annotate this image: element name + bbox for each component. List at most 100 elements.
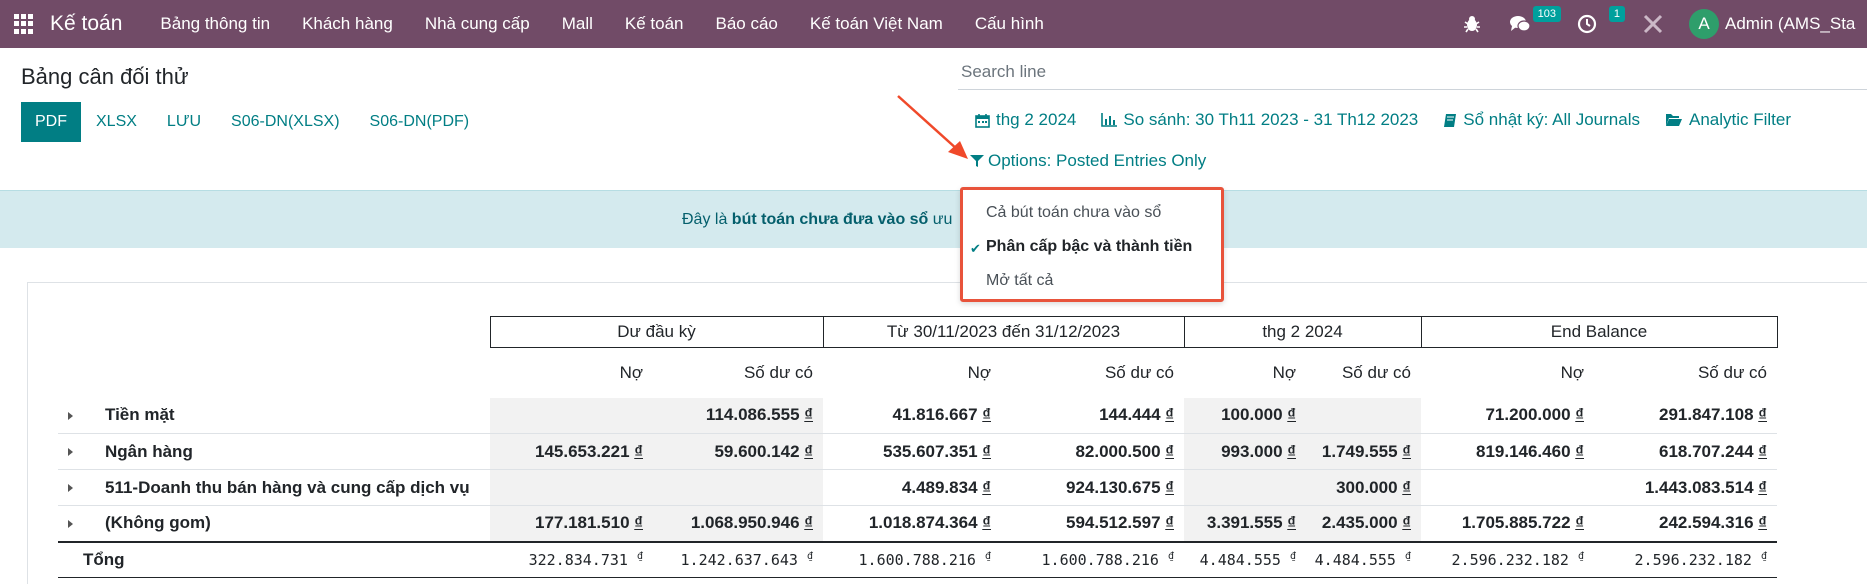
menu-item-vendors[interactable]: Nhà cung cấp [409,0,546,48]
messages-icon[interactable]: 103 [1495,0,1563,48]
currency-symbol: ₫ [982,513,991,533]
menu-item-vn-accounting[interactable]: Kế toán Việt Nam [794,0,959,48]
amount-cell[interactable]: 535.607.351 ₫ [823,433,1001,470]
amount-cell[interactable]: 1.018.874.364 ₫ [823,505,1001,542]
currency-symbol: ₫ [1165,405,1174,425]
s06-pdf-button[interactable]: S06-DN(PDF) [355,102,485,142]
dropdown-item-unfold-all[interactable]: Mở tất cả [986,272,1053,290]
s06-xlsx-button[interactable]: S06-DN(XLSX) [216,102,354,142]
avatar[interactable]: A [1689,9,1719,39]
amount-cell[interactable]: 993.000 ₫ [1184,433,1306,470]
activities-clock-icon[interactable]: 1 [1563,0,1627,48]
menu-item-configuration[interactable]: Cấu hình [959,0,1060,48]
currency-symbol: ₫ [1758,477,1767,497]
total-label: Tổng [58,540,490,578]
amount-cell[interactable]: 1.068.950.946 ₫ [653,505,823,542]
menu-item-reports[interactable]: Báo cáo [700,0,794,48]
caret-right-icon[interactable] [68,519,73,528]
compare-filter-label: So sánh: 30 Th11 2023 - 31 Th12 2023 [1123,110,1419,129]
amount-cell[interactable]: 100.000 ₫ [1184,397,1306,434]
amount-cell[interactable]: 4.489.834 ₫ [823,469,1001,506]
account-name-cell[interactable]: (Không gom) [58,505,490,542]
xlsx-button[interactable]: XLSX [81,102,152,142]
dropdown-item-unposted[interactable]: Cả bút toán chưa vào sổ [986,204,1161,222]
caret-right-icon[interactable] [68,448,73,457]
amount-cell[interactable]: 594.512.597 ₫ [1001,505,1184,542]
amount-value: 59.600.142 [714,441,800,461]
table-row[interactable]: Tiền mặt 114.086.555 ₫ 41.816.667 ₫ 144.444… [58,397,1777,434]
apps-menu-icon[interactable] [14,14,34,34]
total-amount-value: 4.484.555 [1314,550,1396,569]
currency-symbol: ₫ [982,405,991,425]
options-filter[interactable]: Options: Posted Entries Only [970,151,1206,171]
amount-cell[interactable]: 924.130.675 ₫ [1001,469,1184,506]
menu-item-accounting[interactable]: Kế toán [609,0,700,48]
menu-item-customers[interactable]: Khách hàng [286,0,409,48]
currency-symbol: ₫ [1289,550,1296,562]
amount-cell[interactable]: 59.600.142 ₫ [653,433,823,470]
amount-cell[interactable]: 291.847.108 ₫ [1594,397,1777,434]
amount-cell[interactable]: 242.594.316 ₫ [1594,505,1777,542]
check-icon: ✔ [970,241,981,256]
amount-value: 535.607.351 [882,441,978,461]
compare-filter[interactable]: So sánh: 30 Th11 2023 - 31 Th12 2023 [1101,110,1418,130]
menu-item-dashboard[interactable]: Bảng thông tin [144,0,286,48]
amount-cell[interactable]: 300.000 ₫ [1306,469,1421,506]
dropdown-item-hierarchy[interactable]: Phân cấp bậc và thành tiền [986,238,1192,256]
menu-item-mall[interactable]: Mall [546,0,609,48]
user-menu[interactable]: Admin (AMS_Sta [1725,14,1867,34]
total-amount-value: 1.242.637.643 [680,550,798,569]
debug-bug-icon[interactable] [1449,0,1495,48]
table-row[interactable]: (Không gom) 177.181.510 ₫ 1.068.950.946 ₫ 1… [58,505,1777,542]
account-name-cell[interactable]: Ngân hàng [58,433,490,470]
amount-cell[interactable]: 144.444 ₫ [1001,397,1184,434]
amount-cell[interactable]: 114.086.555 ₫ [653,397,823,434]
search-input[interactable]: Search line [958,58,1867,90]
date-filter[interactable]: thg 2 2024 [975,110,1076,130]
amount-value: 618.707.244 [1658,441,1754,461]
amount-cell[interactable]: 82.000.500 ₫ [1001,433,1184,470]
messages-badge: 103 [1532,6,1561,22]
col-header-credit: Số dư có [1341,362,1411,382]
amount-cell [490,469,653,506]
amount-value: 993.000 [1221,441,1283,461]
amount-cell[interactable]: 618.707.244 ₫ [1594,433,1777,470]
amount-cell[interactable]: 145.653.221 ₫ [490,433,653,470]
caret-right-icon[interactable] [68,411,73,420]
amount-cell[interactable]: 3.391.555 ₫ [1184,505,1306,542]
account-name-cell[interactable]: Tiền mặt [58,397,490,434]
filter-bar: thg 2 2024 So sánh: 30 Th11 2023 - 31 Th… [975,110,1816,130]
amount-value: 82.000.500 [1075,441,1161,461]
table-row[interactable]: Ngân hàng 145.653.221 ₫ 59.600.142 ₫ 535.60… [58,433,1777,470]
amount-cell[interactable]: 1.749.555 ₫ [1306,433,1421,470]
table-row[interactable]: 511-Doanh thu bán hàng và cung cấp dịch … [58,469,1777,506]
total-amount-value: 4.484.555 [1199,550,1281,569]
analytic-filter[interactable]: Analytic Filter [1665,110,1791,130]
total-amount-value: 2.596.232.182 [1451,550,1569,569]
annotation-arrow [897,95,968,159]
col-header-credit: Số dư có [1104,362,1174,382]
col-header-debit: Nợ [619,362,643,382]
amount-cell [653,469,823,506]
currency-symbol: ₫ [634,441,643,461]
amount-cell[interactable]: 819.146.460 ₫ [1421,433,1594,470]
amount-cell[interactable]: 1.705.885.722 ₫ [1421,505,1594,542]
amount-cell[interactable]: 71.200.000 ₫ [1421,397,1594,434]
amount-cell[interactable]: 177.181.510 ₫ [490,505,653,542]
amount-value: 114.086.555 [705,405,800,425]
report-sheet: Dư đầu kỳ Từ 30/11/2023 đến 31/12/2023 t… [27,282,1867,584]
caret-right-icon[interactable] [68,484,73,493]
amount-cell[interactable]: 41.816.667 ₫ [823,397,1001,434]
app-name[interactable]: Kế toán [50,12,122,36]
alert-link-text[interactable]: bút toán chưa đưa vào sổ [732,211,929,228]
amount-cell[interactable]: 2.435.000 ₫ [1306,505,1421,542]
amount-cell[interactable]: 1.443.083.514 ₫ [1594,469,1777,506]
pdf-button[interactable]: PDF [21,102,81,142]
journals-filter[interactable]: Sổ nhật ký: All Journals [1443,110,1640,130]
top-navbar: Kế toán Bảng thông tin Khách hàng Nhà cu… [0,0,1867,48]
save-button[interactable]: LƯU [152,102,216,142]
tools-icon[interactable] [1627,0,1679,48]
account-name-cell[interactable]: 511-Doanh thu bán hàng và cung cấp dịch … [58,469,490,506]
empty-subheader [58,348,490,398]
group-header-period: thg 2 2024 [1183,316,1422,348]
